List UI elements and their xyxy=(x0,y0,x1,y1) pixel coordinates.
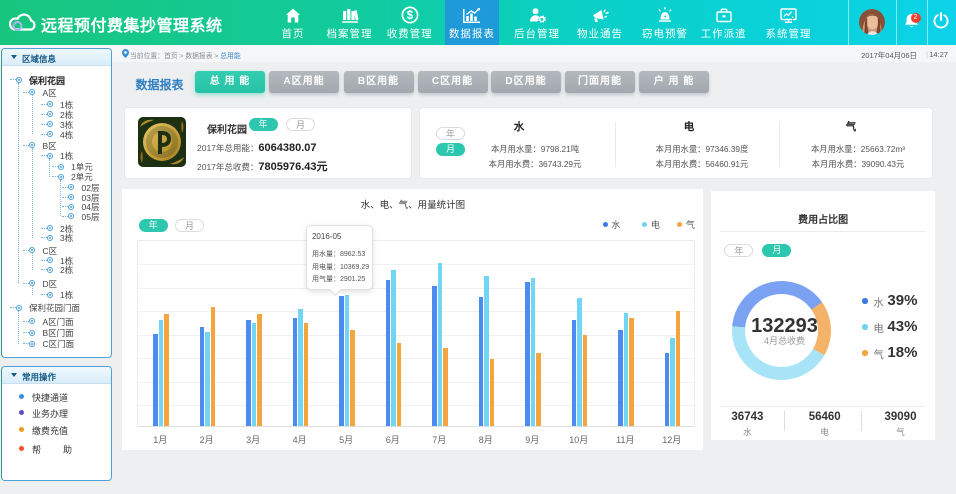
svg-text:$: $ xyxy=(406,10,413,22)
